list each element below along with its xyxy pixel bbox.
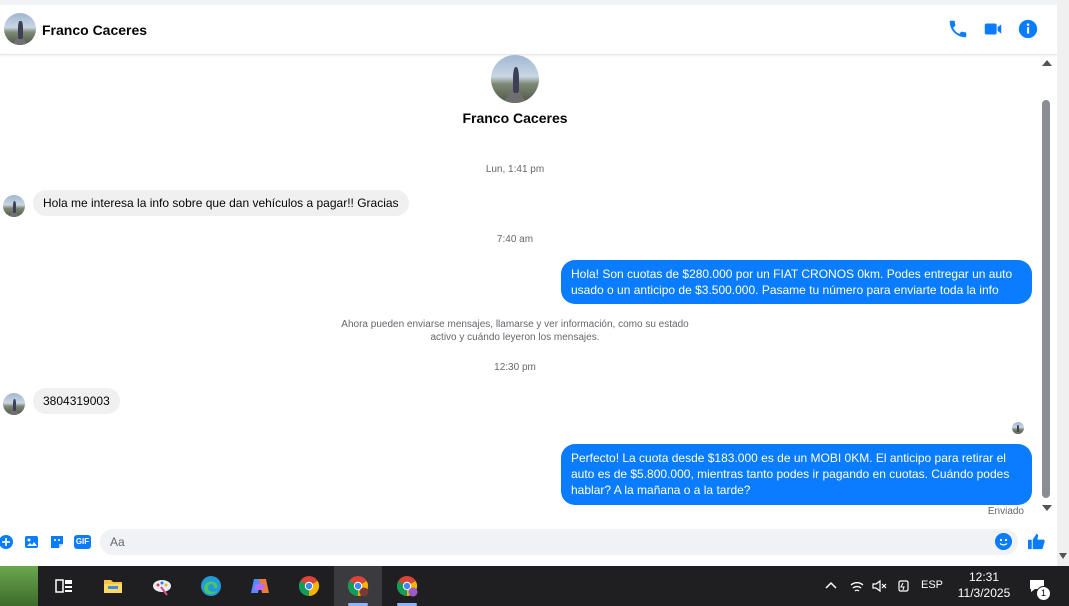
image-icon[interactable] <box>24 534 40 550</box>
encryption-notice: Ahora pueden enviarse mensajes, llamarse… <box>330 318 700 344</box>
phone-icon[interactable] <box>947 18 969 40</box>
profile-name: Franco Caceres <box>462 110 568 126</box>
outgoing-message[interactable]: Perfecto! La cuota desde $183.000 es de … <box>561 444 1032 505</box>
incoming-message[interactable]: Hola me interesa la info sobre que dan v… <box>33 190 409 216</box>
page-scroll-down-icon[interactable] <box>1058 551 1068 561</box>
taskbar-chrome-profile[interactable] <box>334 566 382 606</box>
emoji-icon[interactable] <box>995 533 1012 550</box>
wifi-icon[interactable] <box>849 578 865 594</box>
notice-line: activo y cuándo leyeron los mensajes. <box>430 332 600 343</box>
notification-badge: 1 <box>1036 586 1051 601</box>
seen-receipt-avatar <box>1012 422 1024 434</box>
page-scrollbar[interactable] <box>1057 0 1069 566</box>
taskbar-paint[interactable] <box>138 566 186 606</box>
taskbar-copilot[interactable] <box>236 566 284 606</box>
task-view-icon <box>55 579 72 593</box>
scrollbar-thumb[interactable] <box>1042 100 1050 498</box>
incoming-message[interactable]: 3804319003 <box>33 388 120 414</box>
like-icon[interactable] <box>1027 532 1046 551</box>
widgets-icon[interactable] <box>0 566 38 606</box>
volume-muted-icon[interactable] <box>871 578 887 594</box>
copilot-icon <box>251 579 269 593</box>
language-indicator[interactable]: ESP <box>921 579 943 591</box>
video-call-icon[interactable] <box>982 18 1004 40</box>
file-explorer-icon <box>104 580 122 593</box>
notice-line: Ahora pueden enviarse mensajes, llamarse… <box>341 319 689 330</box>
scroll-up-arrow-icon[interactable] <box>1041 58 1053 68</box>
scroll-down-arrow-icon[interactable] <box>1041 503 1053 513</box>
message-line: auto es de $5.800.000, mientras tanto po… <box>571 467 1010 481</box>
outgoing-message[interactable]: Hola! Son cuotas de $280.000 por un FIAT… <box>561 260 1032 304</box>
timestamp: 12:30 pm <box>494 362 536 373</box>
taskbar-edge[interactable] <box>187 566 235 606</box>
sender-avatar[interactable] <box>3 195 25 217</box>
show-hidden-icons-chevron-up-icon[interactable] <box>824 579 838 593</box>
chrome-profile-icon <box>347 576 369 597</box>
chrome-profile-2-icon <box>396 576 418 597</box>
conversation-header: Franco Caceres <box>0 5 1057 55</box>
chrome-icon <box>298 576 320 597</box>
taskbar-chrome-profile-2[interactable] <box>383 566 431 606</box>
sent-status: Enviado <box>987 506 1024 517</box>
gif-icon[interactable]: GIF <box>74 535 91 549</box>
message-input[interactable]: Aa <box>100 529 1018 555</box>
sticker-icon[interactable] <box>49 534 65 550</box>
message-line: Hola! Son cuotas de $280.000 por un FIAT… <box>571 267 1013 281</box>
contact-avatar[interactable] <box>4 13 36 45</box>
plus-icon[interactable] <box>0 534 16 550</box>
message-line: Perfecto! La cuota desde $183.000 es de … <box>571 451 1006 465</box>
timestamp: 7:40 am <box>496 234 534 245</box>
paint-icon <box>153 580 171 596</box>
timestamp: Lun, 1:41 pm <box>485 164 545 175</box>
system-clock[interactable]: 12:31 11/3/2025 <box>950 569 1018 601</box>
info-icon[interactable] <box>1017 18 1039 40</box>
message-line: usado o un anticipo de $3.500.000. Pasam… <box>571 283 999 297</box>
clock-time: 12:31 <box>968 570 1000 584</box>
profile-avatar[interactable] <box>491 55 539 103</box>
task-view-button[interactable] <box>40 566 88 606</box>
sender-avatar[interactable] <box>3 393 25 415</box>
battery-plug-icon[interactable] <box>896 578 912 594</box>
contact-name[interactable]: Franco Caceres <box>42 22 147 38</box>
edge-icon <box>201 576 221 596</box>
taskbar-chrome[interactable] <box>285 566 333 606</box>
taskbar-file-explorer[interactable] <box>89 566 137 606</box>
message-input-placeholder: Aa <box>110 535 125 549</box>
message-line: hablar? A la mañana o a la tarde? <box>571 483 751 497</box>
clock-date: 11/3/2025 <box>957 586 1011 600</box>
